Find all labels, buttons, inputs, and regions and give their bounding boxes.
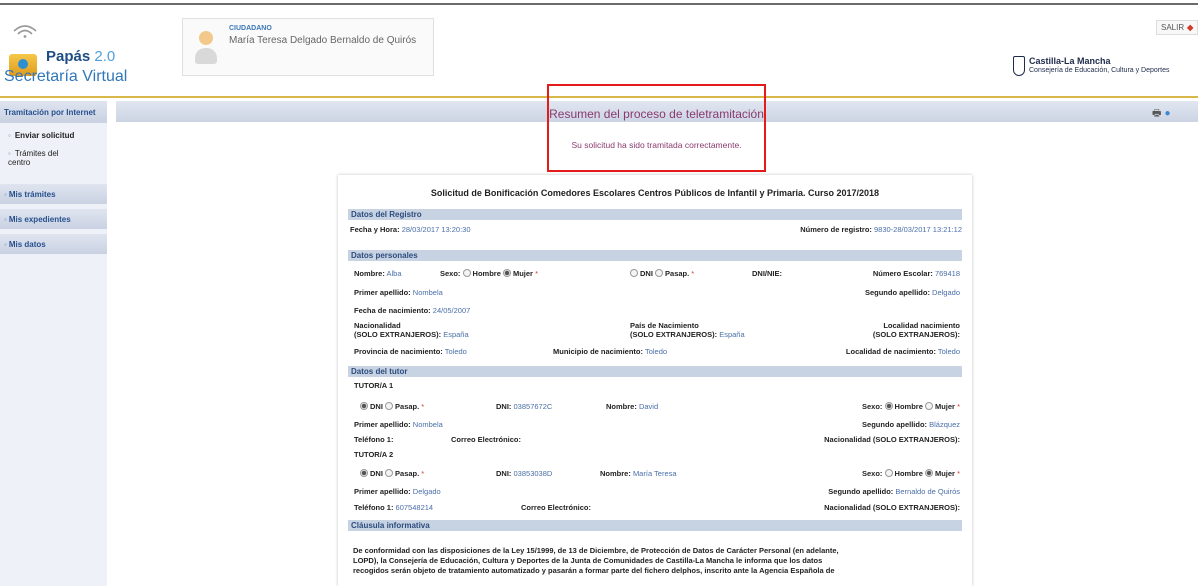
sidebar-item-mis-datos[interactable]: ◦ Mis datos (0, 234, 107, 254)
section-personales: Datos personales (348, 250, 962, 261)
municipio-nacimiento: Municipio de nacimiento: Toledo (553, 347, 668, 356)
bullet-icon: ◦ (4, 240, 7, 249)
tutor2-correo: Correo Electrónico: (521, 503, 592, 512)
radio-mujer[interactable] (924, 402, 933, 410)
sidebar-item-mis-tramites[interactable]: ◦ Mis trámites (0, 184, 107, 204)
provincia-nacimiento: Provincia de nacimiento: Toledo (354, 347, 467, 356)
summary-title: Resumen del proceso de teletramitación (549, 107, 764, 121)
tutor2-heading: TUTOR/A 2 (354, 450, 394, 459)
sidebar: Tramitación por Internet ◦ Enviar solicit… (0, 101, 107, 586)
tutor2-tipo-documento: DNI Pasap. * (360, 469, 424, 478)
radio-dni[interactable] (360, 402, 368, 410)
document-title: Solicitud de Bonificación Comedores Esco… (430, 188, 880, 198)
radio-pasap[interactable] (385, 402, 394, 410)
radio-hombre[interactable] (884, 469, 893, 477)
tutor2-dni: DNI: 03853038D (496, 469, 553, 478)
primer-apellido: Primer apellido: Nombela (354, 288, 443, 297)
pais-nacimiento: País de Nacimiento (SOLO EXTRANJEROS): Es… (630, 321, 745, 339)
coat-of-arms-icon (1013, 56, 1025, 76)
tutor2-sexo: Sexo: Hombre Mujer * (862, 469, 960, 478)
section-clausula: Cláusula informativa (348, 520, 962, 531)
toolbar-icons: 🖶 ● (1152, 106, 1171, 123)
bullet-icon: ◦ (8, 131, 11, 140)
tutor1-telefono: Teléfono 1: (354, 435, 394, 444)
app-title: Papás 2.0 (46, 48, 116, 65)
sidebar-item-mis-expedientes[interactable]: ◦ Mis expedientes (0, 209, 107, 229)
tutor2-telefono: Teléfono 1: 607548214 (354, 503, 434, 512)
tutor2-nombre: Nombre: María Teresa (600, 469, 677, 478)
summary-message: Su solicitud ha sido tramitada correctam… (571, 140, 742, 150)
bullet-icon: ◦ (4, 215, 7, 224)
org-name: Castilla-La Mancha (1029, 56, 1111, 66)
segundo-apellido: Segundo apellido: Delgado (864, 288, 960, 297)
radio-pasap[interactable] (385, 469, 394, 477)
section-tutor: Datos del tutor (348, 366, 962, 377)
tutor1-nacionalidad: Nacionalidad (SOLO EXTRANJEROS): (824, 435, 960, 444)
tutor2-segundo-apellido: Segundo apellido: Bernaldo de Quirós (828, 487, 960, 496)
bullet-icon: ◦ (8, 149, 11, 158)
tutor1-segundo-apellido: Segundo apellido: Blázquez (862, 420, 960, 429)
top-border (0, 3, 1198, 5)
nombre: Nombre: Alba (354, 269, 402, 278)
clausula-text: De conformidad con las disposiciones de … (353, 546, 839, 575)
next-icon[interactable]: ● (1164, 108, 1170, 119)
user-name: María Teresa Delgado Bernaldo de Quirós (229, 35, 417, 46)
localidad-nacimiento: Localidad de nacimiento: Toledo (845, 347, 960, 356)
tutor2-primer-apellido: Primer apellido: Delgado (354, 487, 441, 496)
tutor1-primer-apellido: Primer apellido: Nombela (354, 420, 443, 429)
numero-registro: Número de registro: 9830-28/03/2017 13:2… (800, 225, 962, 234)
tutor1-sexo: Sexo: Hombre Mujer * (862, 402, 960, 411)
radio-mujer[interactable] (502, 269, 511, 277)
radio-dni[interactable] (630, 269, 638, 277)
wifi-icon (13, 25, 37, 38)
org-dept: Consejería de Educación, Cultura y Depor… (1029, 67, 1170, 74)
org-logo: Castilla-La Mancha Consejería de Educaci… (1013, 56, 1169, 82)
tutor1-correo: Correo Electrónico: (451, 435, 522, 444)
user-role: CIUDADANO (229, 25, 272, 32)
radio-pasap[interactable] (655, 269, 664, 277)
nacionalidad: Nacionalidad (SOLO EXTRANJEROS): España (354, 321, 469, 339)
application-document: Solicitud de Bonificación Comedores Esco… (338, 175, 972, 586)
sidebar-item-tramites-centro[interactable]: ◦ Trámites del centro (8, 149, 59, 167)
app-subtitle: Secretaría Virtual (4, 68, 128, 85)
tutor1-tipo-documento: DNI Pasap. * (360, 402, 424, 411)
avatar (195, 31, 217, 65)
summary-box: Resumen del proceso de teletramitación S… (547, 84, 766, 172)
tutor1-dni: DNI: 03857672C (496, 402, 553, 411)
sidebar-item-enviar-solicitud[interactable]: ◦ Enviar solicitud (8, 131, 74, 140)
logout-button[interactable]: SALIR ◆ (1156, 20, 1198, 35)
radio-mujer[interactable] (924, 469, 933, 477)
print-icon[interactable]: 🖶 (1152, 108, 1161, 119)
fecha-nacimiento: Fecha de nacimiento: 24/05/2007 (354, 306, 471, 315)
user-card: CIUDADANO María Teresa Delgado Bernaldo … (182, 18, 434, 76)
localidad-nacimiento-extranjeros: Localidad nacimiento (SOLO EXTRANJEROS): (872, 321, 960, 339)
radio-hombre[interactable] (884, 402, 893, 410)
fecha-hora: Fecha y Hora: 28/03/2017 13:20:30 (350, 225, 471, 234)
tutor2-nacionalidad: Nacionalidad (SOLO EXTRANJEROS): (824, 503, 960, 512)
logout-icon: ◆ (1187, 23, 1194, 32)
radio-hombre[interactable] (462, 269, 471, 277)
dni-nie: DNI/NIE: (752, 269, 782, 278)
papas-logo[interactable]: Papás 2.0 Secretaría Virtual (0, 18, 127, 96)
radio-dni[interactable] (360, 469, 368, 477)
bullet-icon: ◦ (4, 190, 7, 199)
section-registro: Datos del Registro (348, 209, 962, 220)
logout-label: SALIR (1161, 23, 1185, 32)
tipo-documento: DNI Pasap. * (630, 269, 694, 278)
sexo: Sexo: Hombre Mujer * (440, 269, 538, 278)
tutor1-nombre: Nombre: David (606, 402, 659, 411)
sidebar-section-tramitacion[interactable]: Tramitación por Internet (0, 101, 107, 123)
tutor1-heading: TUTOR/A 1 (354, 381, 394, 390)
numero-escolar: Número Escolar: 769418 (872, 269, 960, 278)
